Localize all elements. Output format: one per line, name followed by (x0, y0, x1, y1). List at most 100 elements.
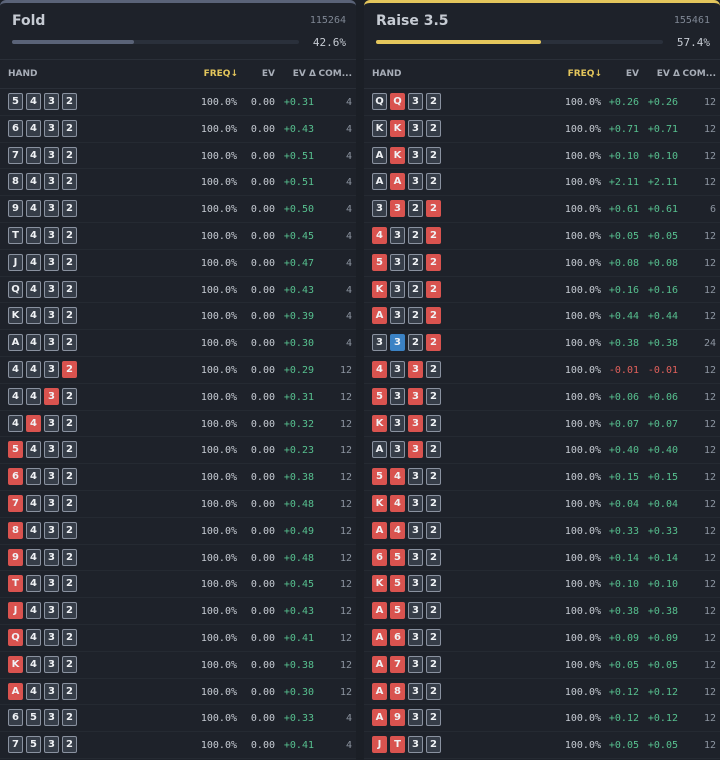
hand-row[interactable]: 5 4 3 2 100.0% 0.00 +0.23 12 (0, 437, 356, 465)
col-ev[interactable]: EV (262, 69, 275, 79)
hand-row[interactable]: 5 3 3 2 100.0% +0.06 +0.06 12 (364, 384, 720, 411)
hand-row[interactable]: A 8 3 2 100.0% +0.12 +0.12 12 (364, 679, 720, 706)
hand-row[interactable]: 4 4 3 2 100.0% 0.00 +0.31 12 (0, 384, 356, 411)
ev-delta-value: +0.31 (283, 97, 314, 108)
hand-row[interactable]: 7 4 3 2 100.0% 0.00 +0.51 4 (0, 143, 356, 170)
hand-row[interactable]: 4 4 3 2 100.0% 0.00 +0.32 12 (0, 411, 356, 438)
hand-row[interactable]: K K 3 2 100.0% +0.71 +0.71 12 (364, 116, 720, 143)
col-combos[interactable]: COM... (683, 69, 716, 79)
ev-delta-value: +0.40 (647, 445, 678, 457)
hand-row[interactable]: A 7 3 2 100.0% +0.05 +0.05 12 (364, 652, 720, 679)
hand-row[interactable]: 8 4 3 2 100.0% 0.00 +0.51 4 (0, 169, 356, 197)
card: J (8, 602, 23, 620)
hand-row[interactable]: 8 4 3 2 100.0% 0.00 +0.49 12 (0, 518, 356, 545)
card: 2 (62, 334, 77, 352)
col-freq[interactable]: FREQ↓ (204, 69, 238, 79)
col-freq[interactable]: FREQ↓ (568, 69, 602, 79)
hand-row[interactable]: 9 4 3 2 100.0% 0.00 +0.48 12 (0, 545, 356, 572)
freq-value: 100.0% (200, 445, 237, 457)
col-ev-delta[interactable]: EV Δ (657, 69, 680, 79)
ev-value: +0.08 (608, 257, 639, 269)
hand-row[interactable]: K 5 3 2 100.0% +0.10 +0.10 12 (364, 571, 720, 599)
hand-row[interactable]: 6 4 3 2 100.0% 0.00 +0.38 12 (0, 464, 356, 491)
hand-row[interactable]: J T 3 2 100.0% +0.05 +0.05 12 (364, 732, 720, 759)
hand-row[interactable]: A 4 3 2 100.0% +0.33 +0.33 12 (364, 518, 720, 545)
hand-row[interactable]: 4 3 3 2 100.0% -0.01 -0.01 12 (364, 357, 720, 384)
combos-value: 4 (345, 150, 352, 162)
hand-row[interactable]: 5 4 3 2 100.0% 0.00 +0.31 4 (0, 89, 356, 116)
ev-delta-value: +0.51 (283, 150, 314, 162)
hand-row[interactable]: 6 5 3 2 100.0% 0.00 +0.33 4 (0, 705, 356, 733)
hand-cards: JT32 (372, 736, 441, 754)
combos-value: 4 (345, 204, 352, 216)
hand-row[interactable]: A 5 3 2 100.0% +0.38 +0.38 12 (364, 598, 720, 625)
hand-row[interactable]: A 3 3 2 100.0% +0.40 +0.40 12 (364, 437, 720, 465)
card: A (8, 334, 23, 352)
col-combos[interactable]: COM... (319, 69, 352, 79)
hand-row[interactable]: Q Q 3 2 100.0% +0.26 +0.26 12 (364, 89, 720, 116)
card: 3 (372, 334, 387, 352)
hand-row[interactable]: 7 5 3 2 100.0% 0.00 +0.41 4 (0, 732, 356, 759)
hand-row[interactable]: K 4 3 2 100.0% 0.00 +0.38 12 (0, 652, 356, 679)
hand-row[interactable]: A A 3 2 100.0% +2.11 +2.11 12 (364, 169, 720, 197)
fold-panel-header[interactable]: Fold 115264 42.6% (0, 3, 356, 60)
hand-row[interactable]: 5 4 3 2 100.0% +0.15 +0.15 12 (364, 464, 720, 491)
raise-panel-header[interactable]: Raise 3.5 155461 57.4% (364, 3, 720, 60)
ev-value: 0.00 (250, 552, 275, 564)
hand-row[interactable]: 3 3 2 2 100.0% +0.61 +0.61 6 (364, 196, 720, 223)
card: 3 (408, 119, 423, 137)
hand-row[interactable]: Q 4 3 2 100.0% 0.00 +0.41 12 (0, 625, 356, 652)
freq-value: 100.0% (200, 632, 237, 644)
card: A (390, 173, 405, 191)
hand-row[interactable]: T 4 3 2 100.0% 0.00 +0.45 12 (0, 571, 356, 599)
hand-row[interactable]: A 3 2 2 100.0% +0.44 +0.44 12 (364, 303, 720, 331)
hand-row[interactable]: A 4 3 2 100.0% 0.00 +0.30 12 (0, 679, 356, 706)
hand-row[interactable]: A K 3 2 100.0% +0.10 +0.10 12 (364, 143, 720, 170)
card: 2 (426, 575, 441, 593)
ev-value: 0.00 (250, 230, 275, 242)
hand-row[interactable]: 5 3 2 2 100.0% +0.08 +0.08 12 (364, 250, 720, 277)
card: 2 (62, 307, 77, 325)
hand-row[interactable]: T 4 3 2 100.0% 0.00 +0.45 4 (0, 223, 356, 250)
hand-row[interactable]: 4 3 2 2 100.0% +0.05 +0.05 12 (364, 223, 720, 250)
card: 9 (8, 548, 23, 566)
col-hand[interactable]: HAND (8, 69, 38, 79)
card: T (390, 736, 405, 754)
hand-row[interactable]: J 4 3 2 100.0% 0.00 +0.43 12 (0, 598, 356, 625)
hand-row[interactable]: Q 4 3 2 100.0% 0.00 +0.43 4 (0, 277, 356, 304)
hand-cards: 5322 (372, 253, 441, 271)
combos-value: 4 (345, 123, 352, 135)
hand-row[interactable]: 6 5 3 2 100.0% +0.14 +0.14 12 (364, 545, 720, 572)
hand-row[interactable]: J 4 3 2 100.0% 0.00 +0.47 4 (0, 250, 356, 277)
hand-row[interactable]: K 4 3 2 100.0% 0.00 +0.39 4 (0, 303, 356, 331)
hand-row[interactable]: K 4 3 2 100.0% +0.04 +0.04 12 (364, 491, 720, 518)
hand-row[interactable]: K 3 2 2 100.0% +0.16 +0.16 12 (364, 277, 720, 304)
card: 3 (408, 575, 423, 593)
hand-row[interactable]: 4 4 3 2 100.0% 0.00 +0.29 12 (0, 357, 356, 384)
hand-row[interactable]: A 9 3 2 100.0% +0.12 +0.12 12 (364, 705, 720, 733)
hand-cards: K332 (372, 414, 441, 432)
hand-row[interactable]: 6 4 3 2 100.0% 0.00 +0.43 4 (0, 116, 356, 143)
card: 3 (44, 146, 59, 164)
hand-row[interactable]: 9 4 3 2 100.0% 0.00 +0.50 4 (0, 196, 356, 223)
card: 2 (62, 682, 77, 700)
hand-row[interactable]: 3 3 2 2 100.0% +0.38 +0.38 24 (364, 330, 720, 357)
col-hand[interactable]: HAND (372, 69, 402, 79)
card: 3 (44, 307, 59, 325)
hand-row[interactable]: K 3 3 2 100.0% +0.07 +0.07 12 (364, 411, 720, 438)
ev-delta-value: +0.14 (647, 552, 678, 564)
freq-value: 100.0% (564, 445, 601, 457)
hand-row[interactable]: 7 4 3 2 100.0% 0.00 +0.48 12 (0, 491, 356, 518)
ev-value: +0.16 (608, 284, 639, 296)
ev-delta-value: +0.32 (283, 418, 314, 430)
ev-value: 0.00 (250, 632, 275, 644)
hand-row[interactable]: A 6 3 2 100.0% +0.09 +0.09 12 (364, 625, 720, 652)
ev-delta-value: +0.07 (647, 418, 678, 430)
card: 3 (44, 226, 59, 244)
hand-row[interactable]: A 4 3 2 100.0% 0.00 +0.30 4 (0, 330, 356, 357)
combos-value: 12 (703, 97, 716, 108)
col-ev-delta[interactable]: EV Δ (293, 69, 316, 79)
card: 2 (426, 468, 441, 486)
frequency-bar-fill (12, 40, 135, 44)
col-ev[interactable]: EV (626, 69, 639, 79)
